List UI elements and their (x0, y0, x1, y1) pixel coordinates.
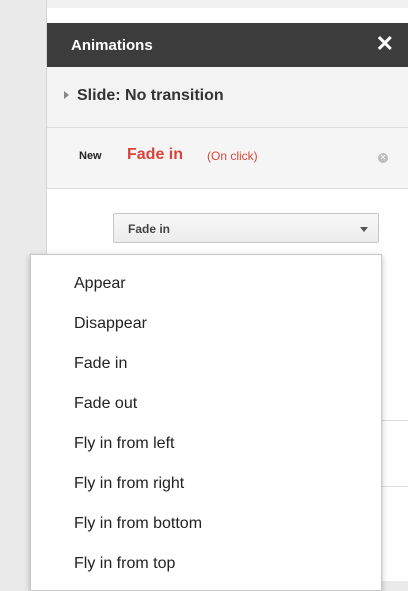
close-icon[interactable]: ✕ (376, 31, 394, 57)
remove-icon[interactable]: ✕ (378, 153, 388, 163)
effect-select-value: Fade in (128, 222, 171, 236)
top-strip (0, 0, 408, 8)
dropdown-option-fade-in[interactable]: Fade in (31, 345, 381, 385)
dropdown-option-label: Fade out (74, 395, 138, 412)
chevron-down-icon (360, 227, 368, 232)
dropdown-option-label: Fly in from bottom (74, 515, 203, 532)
dropdown-option-label: Fly in from left (74, 435, 175, 452)
expand-triangle-icon (64, 91, 69, 99)
panel-title: Animations (71, 37, 153, 54)
panel-header: Animations ✕ (47, 23, 408, 67)
dropdown-option-label: Fly in from right (74, 475, 185, 492)
dropdown-option-label: Fly in from top (74, 555, 176, 572)
new-badge: New (79, 150, 102, 162)
animation-name: Fade in (127, 146, 184, 163)
dropdown-option-fly-in-top[interactable]: Fly in from top (31, 545, 381, 585)
effect-dropdown-menu: Appear Disappear Fade in Fade out Fly in… (30, 254, 382, 591)
slide-transition-row[interactable]: Slide: No transition (47, 67, 408, 128)
effect-select[interactable]: Fade in (113, 213, 379, 243)
dropdown-option-fly-in-left[interactable]: Fly in from left (31, 425, 381, 465)
dropdown-option-fly-in-right[interactable]: Fly in from right (31, 465, 381, 505)
dropdown-option-label: Appear (74, 275, 126, 292)
slide-transition-label: Slide: No transition (77, 87, 224, 104)
animation-item-row[interactable]: New Fade in (On click) ✕ (47, 128, 408, 189)
dropdown-option-label: Fade in (74, 355, 128, 372)
animation-trigger: (On click) (207, 149, 258, 163)
dropdown-option-disappear[interactable]: Disappear (31, 305, 381, 345)
dropdown-option-label: Disappear (74, 315, 147, 332)
dropdown-option-fade-out[interactable]: Fade out (31, 385, 381, 425)
dropdown-option-fly-in-bottom[interactable]: Fly in from bottom (31, 505, 381, 545)
dropdown-option-appear[interactable]: Appear (31, 265, 381, 305)
